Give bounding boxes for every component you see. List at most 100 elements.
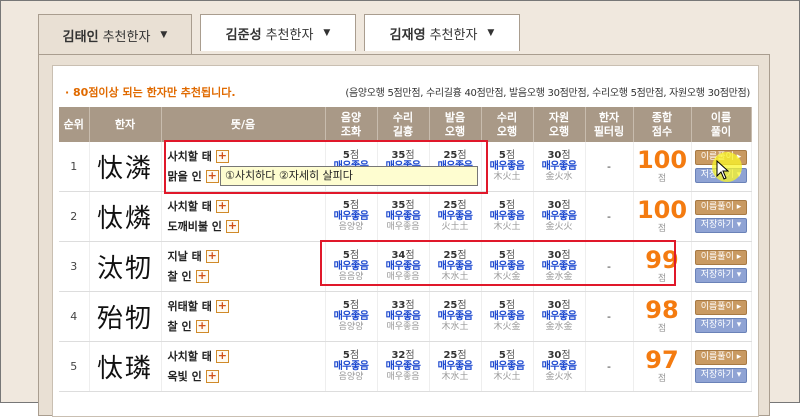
meaning-cell: 지날 태 + 찰 인 +	[161, 241, 326, 292]
cell-text: 점	[505, 200, 516, 211]
hanja-cell: 汰牣	[89, 241, 162, 292]
table-row: 2 忲燐 사치할 태 + 도깨비불 인 + 5점 매우좋음 음양양 35점 매우좋음…	[59, 191, 752, 242]
rank-cell: 3	[59, 241, 90, 292]
cell-text: 매우좋음	[489, 311, 525, 322]
cell-text: 木水土	[441, 272, 469, 282]
score-so: 5점 매우좋음 木火土	[481, 142, 534, 192]
cell-text: 점	[505, 300, 516, 311]
save-button[interactable]: 저장하기 ▾	[695, 318, 747, 333]
interpret-button[interactable]: 이름풀이 ▸	[695, 250, 747, 265]
cell-text: 매우좋음	[437, 361, 473, 372]
cell-text: 찰 인	[167, 319, 192, 333]
score-jw: 30점 매우좋음 金火水	[533, 142, 586, 192]
meaning-tooltip: ①사치하다 ②자세히 살피다	[220, 166, 478, 186]
score-bo: 25점 매우좋음 木水土	[429, 241, 482, 292]
cell-text: 점	[657, 324, 667, 334]
cell-text: 忲潾	[96, 154, 153, 184]
cell-text: 34	[391, 250, 406, 261]
cell-text: 30	[547, 300, 562, 311]
cell-text: 매우좋음	[386, 322, 420, 332]
cell-text: -	[607, 210, 611, 223]
criteria-text: (음양오행 5점만점, 수리길흉 40점만점, 발음오행 30점만점, 수리오행…	[345, 88, 750, 99]
cell-text: 점	[657, 374, 667, 384]
cell-text: 매우좋음	[541, 161, 577, 172]
score-so: 5점 매우좋음 木火金	[481, 241, 534, 292]
interpret-button[interactable]: 이름풀이 ▸	[695, 200, 747, 215]
score-jw: 30점 매우좋음 金火水	[533, 341, 586, 392]
expand-plus-icon[interactable]: +	[205, 250, 219, 263]
notice-text: · 80점이상 되는 한자만 추천됩니다.	[65, 86, 236, 99]
action-cell: 이름풀이 ▸ 저장하기 ▾	[691, 191, 752, 242]
tab-jaeyoung[interactable]: 김재영 추천한자 ▼	[364, 14, 520, 51]
rank-cell: 1	[59, 142, 90, 192]
meaning-cell: 사치할 태 + 도깨비불 인 +	[161, 191, 326, 242]
cell-text: 매우좋음	[386, 372, 420, 382]
caret-down-icon: ▼	[323, 28, 331, 38]
filter-cell: -	[585, 142, 634, 192]
cell-text: 음양양	[338, 222, 364, 232]
cell-text: 찰 인	[167, 269, 192, 283]
cell-text: 木火土	[493, 222, 521, 232]
cell-text: 매우좋음	[333, 311, 369, 322]
total-cell: 97 점	[633, 341, 692, 392]
header-jawon: 자원 오행	[533, 107, 586, 142]
cell-text: 음양양	[338, 372, 364, 382]
action-cell: 이름풀이 ▸ 저장하기 ▾	[691, 341, 752, 392]
expand-plus-icon[interactable]: +	[215, 200, 229, 213]
cell-text: 점	[349, 200, 360, 211]
cell-text: 30	[547, 350, 562, 361]
expand-plus-icon[interactable]: +	[195, 320, 209, 333]
cell-text: 점	[505, 150, 516, 161]
interpret-button[interactable]: 이름풀이 ▸	[695, 300, 747, 315]
cell-text: 점	[657, 274, 667, 284]
expand-plus-icon[interactable]: +	[215, 300, 229, 313]
header-interpret: 이름 풀이	[691, 107, 752, 142]
interpret-button[interactable]: 이름풀이 ▸	[695, 350, 747, 365]
cell-text: 사치할 태	[167, 349, 212, 363]
cell-text: 매우좋음	[385, 261, 421, 272]
cell-text: 金火火	[545, 222, 573, 232]
expand-plus-icon[interactable]: +	[205, 170, 219, 183]
cell-text: 1	[70, 160, 78, 173]
save-button[interactable]: 저장하기 ▾	[695, 268, 747, 283]
cell-text: -	[607, 260, 611, 273]
save-button[interactable]: 저장하기 ▾	[695, 368, 747, 383]
cell-text: 殆牣	[96, 304, 153, 334]
expand-plus-icon[interactable]: +	[215, 350, 229, 363]
cell-text: 점	[405, 350, 415, 361]
cell-text: 점	[505, 250, 516, 261]
expand-plus-icon[interactable]: +	[195, 270, 209, 283]
cell-text: 25	[443, 350, 458, 361]
expand-plus-icon[interactable]: +	[215, 150, 229, 163]
table-row: 5 忲璘 사치할 태 + 옥빛 인 + 5점 매우좋음 음양양 32점 매우좋음 매…	[59, 341, 752, 392]
tab-taein[interactable]: 김태인 추천한자 ▼	[38, 14, 192, 55]
tab-suffix: 추천한자	[265, 27, 314, 43]
cell-text: 5	[498, 200, 506, 211]
content-panel: · 80점이상 되는 한자만 추천됩니다. (음양오행 5점만점, 수리길흉 4…	[38, 54, 770, 417]
filter-cell: -	[585, 241, 634, 292]
cell-text: 金火水	[545, 172, 573, 182]
tab-junseong[interactable]: 김준성 추천한자 ▼	[200, 14, 356, 51]
cell-text: 木火土	[493, 372, 521, 382]
tab-label: 김태인	[62, 29, 99, 45]
cell-text: 매우좋음	[541, 211, 577, 222]
expand-plus-icon[interactable]: +	[205, 370, 219, 383]
cell-text: 점	[561, 150, 571, 161]
cell-text: 32	[391, 350, 406, 361]
cell-text: 지날 태	[167, 249, 202, 263]
score-sr: 32점 매우좋음 매우좋음	[377, 341, 430, 392]
save-button[interactable]: 저장하기 ▾	[695, 218, 747, 233]
cell-text: 매우좋음	[386, 222, 420, 232]
cell-text: 매우좋음	[385, 361, 421, 372]
rank-cell: 4	[59, 291, 90, 342]
expand-plus-icon[interactable]: +	[225, 220, 239, 233]
meaning-cell: 위태할 태 + 찰 인 +	[161, 291, 326, 342]
cell-text: 맑을 인	[167, 169, 202, 183]
cell-text: 사치할 태	[167, 149, 212, 163]
cell-text: 5	[498, 250, 506, 261]
score-jw: 30점 매우좋음 金水金	[533, 241, 586, 292]
cell-text: 점	[457, 150, 467, 161]
cell-text: 5	[498, 300, 506, 311]
score-so: 5점 매우좋음 木火土	[481, 341, 534, 392]
recommendation-table: 순위 한자 뜻/음 음양 조화 수리 길흉 발음 오행 수리 오행 자원 오행 한자 필터링…	[59, 107, 752, 392]
